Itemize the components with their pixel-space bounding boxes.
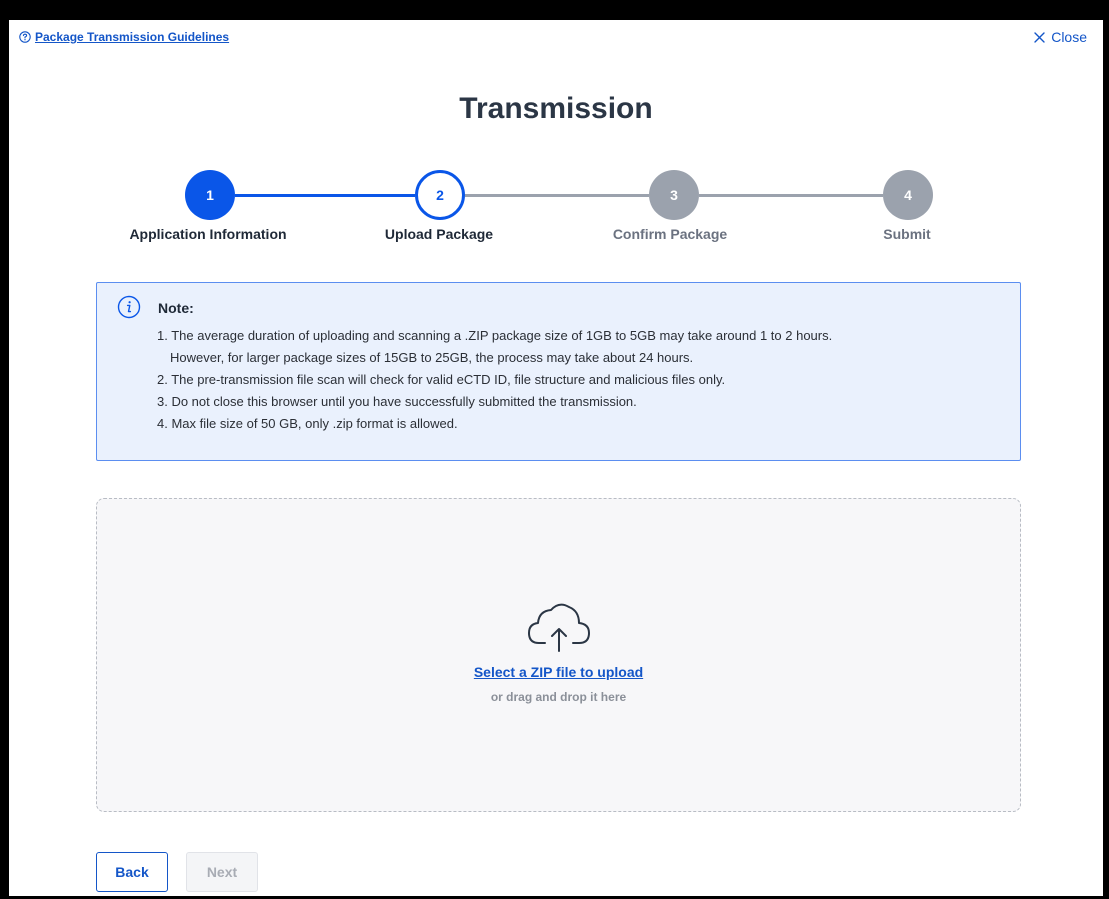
- step-4-number: 4: [904, 187, 912, 203]
- close-icon: [1034, 31, 1045, 43]
- note-item-1-continued: However, for larger package sizes of 15G…: [170, 350, 694, 365]
- step-2-number: 2: [436, 187, 444, 203]
- note-item-4: 4. Max file size of 50 GB, only .zip for…: [157, 416, 458, 431]
- note-list: 1. The average duration of uploading and…: [157, 325, 832, 435]
- step-connector-3: [699, 194, 883, 197]
- file-drop-zone[interactable]: Select a ZIP file to upload or drag and …: [96, 498, 1021, 812]
- step-connector-2: [465, 194, 649, 197]
- step-1-label: Application Information: [129, 226, 287, 242]
- step-3-label: Confirm Package: [612, 226, 728, 242]
- note-box: Note: 1. The average duration of uploadi…: [96, 282, 1021, 461]
- drag-drop-hint: or drag and drop it here: [490, 690, 627, 704]
- step-2-circle: 2: [415, 170, 465, 220]
- note-item-2: 2. The pre-transmission file scan will c…: [157, 372, 726, 387]
- next-button[interactable]: Next: [186, 852, 258, 892]
- step-3-circle: 3: [649, 170, 699, 220]
- progress-stepper: 1 2 3 4 Application Information Upload P…: [9, 168, 1103, 248]
- note-title: Note:: [158, 300, 194, 316]
- close-button-label: Close: [1051, 29, 1087, 45]
- transmission-dialog: Package Transmission Guidelines Close Tr…: [9, 20, 1103, 896]
- note-item-1: 1. The average duration of uploading and…: [157, 328, 833, 343]
- guidelines-link[interactable]: Package Transmission Guidelines: [19, 30, 229, 44]
- page-title: Transmission: [459, 92, 653, 125]
- back-button[interactable]: Back: [96, 852, 168, 892]
- cloud-upload-icon: [528, 603, 590, 652]
- help-circle-icon: [19, 31, 31, 43]
- select-zip-file-link[interactable]: Select a ZIP file to upload: [97, 664, 1020, 680]
- info-icon: [117, 295, 141, 319]
- step-1-number: 1: [206, 187, 214, 203]
- close-button[interactable]: Close: [1034, 29, 1087, 45]
- step-1-circle: 1: [185, 170, 235, 220]
- step-2-label: Upload Package: [384, 226, 494, 242]
- guidelines-link-label: Package Transmission Guidelines: [35, 30, 230, 44]
- step-4-circle: 4: [883, 170, 933, 220]
- step-connector-1: [235, 194, 415, 197]
- step-4-label: Submit: [883, 226, 931, 242]
- note-item-3: 3. Do not close this browser until you h…: [157, 394, 637, 409]
- step-3-number: 3: [670, 187, 678, 203]
